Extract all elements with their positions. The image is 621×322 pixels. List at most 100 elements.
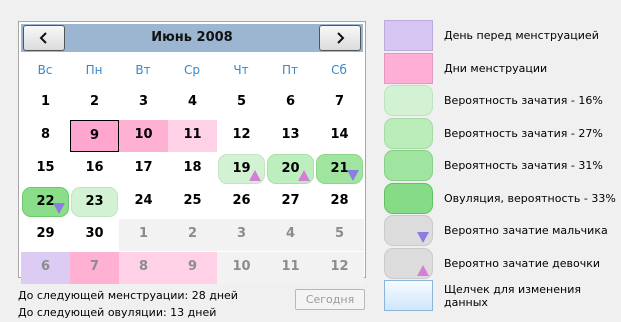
day-cell[interactable]: 9	[168, 252, 217, 284]
day-cell[interactable]: 22	[22, 187, 69, 217]
day-cell[interactable]: 6	[266, 87, 315, 119]
day-number: 12	[330, 259, 349, 274]
day-cell[interactable]: 2	[168, 219, 217, 251]
day-cell[interactable]: 21	[316, 154, 363, 184]
next-ovulation-info: До следующей овуляции: 13 дней	[18, 306, 217, 319]
day-cell[interactable]: 14	[315, 120, 364, 152]
day-number: 7	[334, 94, 345, 109]
calendar: Июнь 2008 Вс Пн Вт Ср Чт Пт Сб 1 2 3 4 5 6 7 8 9 10 11 12…	[18, 21, 366, 284]
legend-label: Щелчек для изменения данных	[444, 283, 581, 309]
day-number: 5	[236, 94, 247, 109]
next-menstruation-info: До следующей менструации: 28 дней	[18, 289, 238, 302]
day-cell[interactable]: 1	[21, 87, 70, 119]
day-cell[interactable]: 15	[21, 153, 70, 185]
day-number: 6	[40, 259, 51, 274]
day-number: 7	[89, 259, 100, 274]
day-number: 10	[232, 259, 251, 274]
day-cell[interactable]: 27	[266, 186, 315, 218]
day-cell[interactable]: 18	[168, 153, 217, 185]
day-number: 9	[187, 259, 198, 274]
day-number: 21	[330, 161, 349, 176]
day-number: 2	[187, 226, 198, 241]
legend-item[interactable]: Щелчек для изменения данных	[384, 280, 619, 312]
day-cell[interactable]: 26	[217, 186, 266, 218]
legend-label: Вероятность зачатия - 31%	[444, 159, 603, 172]
day-number: 14	[330, 127, 349, 142]
calendar-header: Июнь 2008	[21, 24, 363, 52]
legend-swatch	[384, 117, 433, 149]
legend-item: Вероятно зачатие мальчика	[384, 215, 619, 247]
legend-item: Овуляция, вероятность - 33%	[384, 182, 619, 215]
weekday-label: Пн	[85, 63, 103, 77]
day-number: 17	[134, 160, 153, 175]
girl-marker-icon	[298, 170, 310, 181]
day-cell[interactable]: 30	[70, 219, 119, 251]
boy-marker-icon	[417, 232, 429, 243]
day-cell[interactable]: 5	[217, 87, 266, 119]
day-cell[interactable]: 9	[70, 120, 119, 152]
day-cell[interactable]: 19	[218, 154, 265, 184]
day-cell[interactable]: 12	[217, 120, 266, 152]
day-cell[interactable]: 20	[267, 154, 314, 184]
chevron-left-icon	[39, 32, 47, 44]
month-title: Июнь 2008	[151, 30, 233, 45]
day-cell[interactable]: 28	[315, 186, 364, 218]
day-cell[interactable]: 25	[168, 186, 217, 218]
day-cell[interactable]: 10	[217, 252, 266, 284]
day-cell[interactable]: 8	[21, 120, 70, 152]
legend-item: Вероятность зачатия - 27%	[384, 117, 619, 150]
day-cell[interactable]: 17	[119, 153, 168, 185]
day-cell[interactable]: 4	[266, 219, 315, 251]
legend-item: Дни менструации	[384, 52, 619, 85]
day-number: 4	[187, 94, 198, 109]
day-number: 18	[183, 160, 202, 175]
day-cell[interactable]: 24	[119, 186, 168, 218]
day-number: 11	[183, 127, 202, 142]
legend-label: День перед менструацией	[444, 29, 599, 42]
day-cell[interactable]: 4	[168, 87, 217, 119]
weekday-label: Ср	[184, 63, 200, 77]
day-cell[interactable]: 1	[119, 219, 168, 251]
today-button[interactable]: Сегодня	[295, 289, 365, 310]
legend-item: Вероятно зачатие девочки	[384, 247, 619, 280]
weekday-label: Сб	[331, 63, 347, 77]
chevron-right-icon	[337, 32, 345, 44]
day-cell[interactable]: 13	[266, 120, 315, 152]
boy-marker-icon	[347, 170, 359, 181]
day-cell[interactable]: 10	[119, 120, 168, 152]
day-cell[interactable]: 29	[21, 219, 70, 251]
day-cell[interactable]: 16	[70, 153, 119, 185]
girl-marker-icon	[249, 170, 261, 181]
day-cell[interactable]: 3	[217, 219, 266, 251]
day-cell[interactable]: 7	[315, 87, 364, 119]
legend-label: Вероятно зачатие мальчика	[444, 224, 608, 237]
day-number: 13	[281, 127, 300, 142]
weekday-label: Пт	[281, 63, 298, 77]
day-number: 1	[138, 226, 149, 241]
day-number: 4	[285, 226, 296, 241]
day-cell[interactable]: 2	[70, 87, 119, 119]
next-month-button[interactable]	[319, 25, 361, 51]
legend-swatch	[384, 150, 433, 181]
day-cell[interactable]: 11	[266, 252, 315, 284]
day-number: 2	[89, 94, 100, 109]
day-cell[interactable]: 7	[70, 252, 119, 284]
prev-month-button[interactable]	[23, 25, 65, 51]
day-number: 23	[85, 194, 104, 209]
day-cell[interactable]: 5	[315, 219, 364, 251]
legend-label: Вероятность зачатия - 27%	[444, 126, 603, 140]
legend-item: Вероятность зачатия - 16%	[384, 85, 619, 117]
day-number: 28	[330, 193, 349, 208]
weekday-header: Вс Пн Вт Ср Чт Пт Сб	[21, 55, 363, 85]
weekday-label: Вс	[37, 63, 53, 77]
day-cell[interactable]: 8	[119, 252, 168, 284]
day-cell[interactable]: 3	[119, 87, 168, 119]
day-number: 1	[40, 94, 51, 109]
legend-swatch[interactable]	[384, 280, 433, 311]
weekday-label: Вт	[135, 63, 151, 77]
day-cell[interactable]: 23	[71, 187, 118, 217]
day-number: 6	[285, 94, 296, 109]
day-cell[interactable]: 12	[315, 252, 364, 284]
day-cell[interactable]: 11	[168, 120, 217, 152]
day-cell[interactable]: 6	[21, 252, 70, 284]
